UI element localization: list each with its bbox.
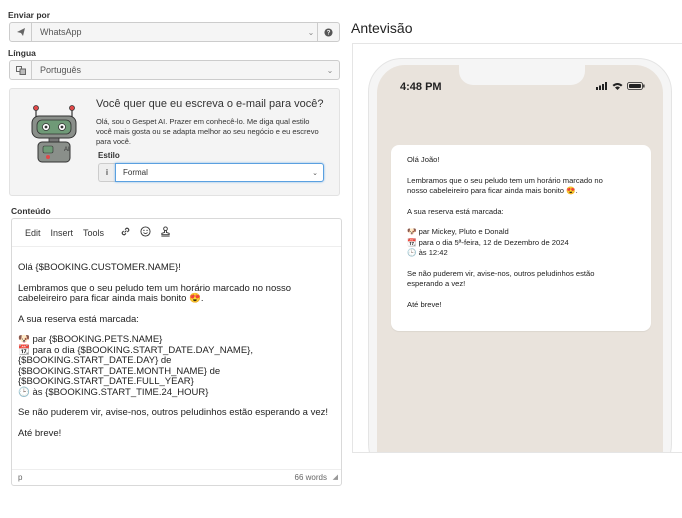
svg-text:AI: AI [64,147,70,153]
editor-line-greeting: Olá {$BOOKING.CUSTOMER.NAME}! [18,262,181,273]
send-via-select[interactable]: WhatsApp ⌄ ? [9,22,340,42]
style-select-box[interactable]: Formal ⌄ [115,163,324,182]
stamp-icon[interactable] [160,225,171,240]
chat-screen: 4:48 PM Olá João! Lembramos que o seu pe… [377,65,663,452]
msg-bye: Até breve! [407,299,442,309]
editor-line-date-2: {$BOOKING.START_DATE.DAY} de [18,355,172,366]
preview-title: Antevisão [351,20,413,36]
wifi-icon [612,81,623,93]
msg-greeting: Olá João! [407,155,440,164]
signal-icon [596,81,608,93]
language-select[interactable]: Português ⌄ [9,60,340,80]
msg-pets: 🐶 par Mickey, Pluto e Donald [407,227,509,236]
msg-cancel-1: Se não puderem vir, avise-nos, outros pe… [407,268,595,278]
menu-tools[interactable]: Tools [83,228,104,238]
menu-insert[interactable]: Insert [51,228,74,238]
editor-line-booking-intro: A sua reserva está marcada: [18,313,139,325]
paper-plane-icon [10,23,32,41]
rich-text-editor[interactable]: Edit Insert Tools Olá {$BOOKING.CUSTOMER… [11,218,342,486]
menu-edit[interactable]: Edit [25,228,41,238]
msg-time: 🕒 às 12:42 [407,248,448,257]
editor-statusbar: p 66 words ◢ [12,469,341,485]
element-path[interactable]: p [18,473,22,482]
editor-content[interactable]: Olá {$BOOKING.CUSTOMER.NAME}! Lembramos … [18,262,336,449]
message-bubble: Olá João! Lembramos que o seu peludo tem… [391,145,651,331]
editor-line-pets: 🐶 par {$BOOKING.PETS.NAME} [18,334,163,345]
word-count[interactable]: 66 words [295,473,327,482]
phone-notch [459,65,585,85]
robot-ai-icon: AI [28,103,80,163]
ai-assistant-panel: AI Você quer que eu escreva o e-mail par… [9,88,340,196]
msg-reminder-2: nosso cabeleireiro para ficar ainda mais… [407,186,578,195]
language-value: Português [40,65,82,75]
emoji-icon[interactable] [140,225,151,240]
resize-handle-icon[interactable]: ◢ [333,473,338,481]
language-label: Língua [8,48,36,58]
link-icon[interactable] [120,226,131,240]
send-via-value: WhatsApp [40,27,82,37]
style-value: Formal [123,168,148,177]
chevron-down-icon: ⌄ [312,169,318,177]
send-via-label: Enviar por [8,10,51,20]
status-time: 4:48 PM [400,81,442,93]
editor-line-time: 🕒 às {$BOOKING.START_TIME.24_HOUR} [18,386,209,398]
style-label: Estilo [98,151,120,160]
svg-text:?: ? [327,29,331,36]
phone-mockup: 4:48 PM Olá João! Lembramos que o seu pe… [368,58,672,452]
question-circle-icon[interactable]: ? [317,23,339,41]
editor-line-bye: Até breve! [18,427,62,439]
msg-date: 📆 para o dia 5ª-feira, 12 de Dezembro de… [407,237,569,247]
editor-line-date-4: {$BOOKING.START_DATE.FULL_YEAR} [18,376,194,387]
msg-cancel-2: esperando a vez! [407,279,466,288]
style-select[interactable]: i Formal ⌄ [98,163,324,182]
chevron-down-icon: ⌄ [307,27,315,37]
preview-frame: 4:48 PM Olá João! Lembramos que o seu pe… [352,43,682,453]
battery-icon [627,81,645,93]
content-label: Conteúdo [11,206,51,216]
editor-line-reminder-2: cabeleireiro para ficar ainda mais bonit… [18,293,204,304]
status-icons [596,81,645,93]
ai-title: Você quer que eu escreva o e-mail para v… [96,98,324,110]
editor-toolbar: Edit Insert Tools [12,219,341,247]
msg-reminder-1: Lembramos que o seu peludo tem um horári… [407,175,603,185]
info-icon: i [98,163,115,182]
translate-icon [10,61,32,79]
msg-booking-intro: A sua reserva está marcada: [407,206,504,216]
ai-description: Olá, sou o Gespet AI. Prazer em conhecê-… [96,117,319,146]
chevron-down-icon: ⌄ [326,65,334,75]
editor-line-cancel: Se não puderem vir, avise-nos, outros pe… [18,407,328,418]
